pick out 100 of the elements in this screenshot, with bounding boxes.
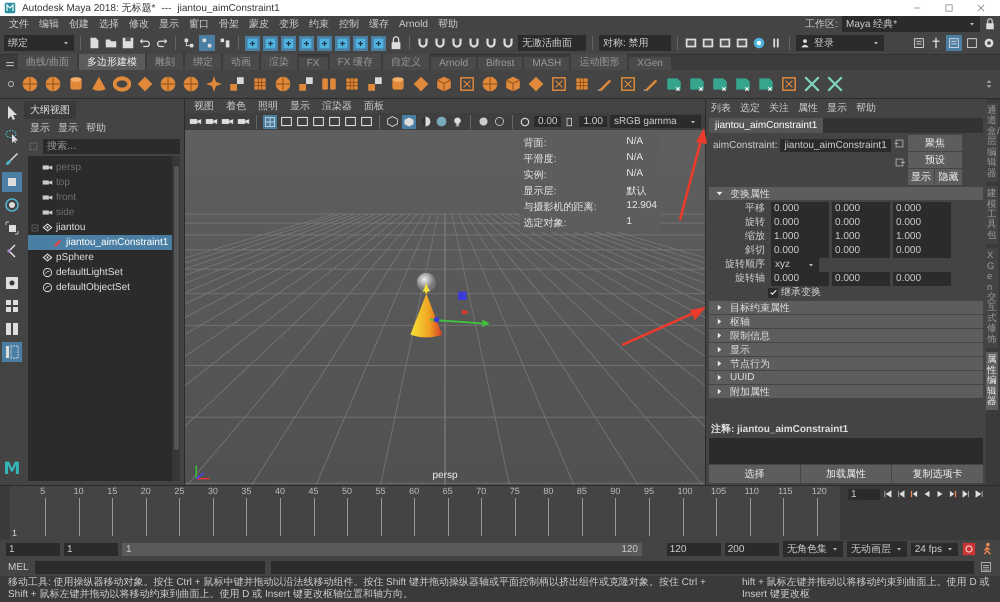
menu-item[interactable]: 着色 [221,99,251,113]
menu-item[interactable]: 照明 [253,99,283,113]
magnet-icon[interactable] [450,36,464,50]
panel-tab[interactable]: 大纲视图 [24,101,76,119]
node-name-field[interactable]: jiantou_aimConstraint1 [780,139,891,152]
expanded-triangle-icon[interactable] [715,189,724,198]
render-frame-icon[interactable] [718,36,732,50]
number-field[interactable]: 1.000 [771,230,829,244]
grid-icon[interactable] [264,116,276,128]
sphere-icon[interactable] [481,75,499,93]
timeline-ruler[interactable]: 5 10 15 20 25 30 35 40 45 50 55 60 65 70 75 80 85 90 95 100 105 110 115 120 1 [10,486,840,540]
number-field[interactable]: 0.000 [832,202,890,216]
shelf-tab[interactable]: 运动图形 [571,54,628,70]
shelf-tab[interactable]: 多边形建模 [78,54,145,70]
sphere-icon[interactable] [159,75,177,93]
section-header[interactable]: 附加属性 [709,385,983,398]
number-field[interactable]: 0.000 [893,244,951,258]
menu-item[interactable]: 约束 [304,17,334,31]
blocks-icon[interactable] [228,75,246,93]
outliner-layout-icon[interactable] [2,342,22,362]
diamond-icon[interactable] [527,75,545,93]
section-header[interactable]: 变换属性 [709,187,983,200]
save-icon[interactable] [121,36,135,50]
cube-icon[interactable] [504,75,522,93]
menu-item[interactable]: 帮助 [856,101,876,115]
menu-item[interactable]: 帮助 [432,17,463,31]
script-editor-icon[interactable] [980,561,992,573]
gamma-field[interactable]: 1.00 [579,116,607,127]
shelf-tab[interactable]: 动画 [222,54,259,70]
play-backward-icon[interactable] [922,489,932,499]
panel-button[interactable]: 加载属性 [800,465,892,483]
collapse-icon[interactable] [30,224,38,232]
menu-item[interactable]: 显示 [30,121,50,135]
end-frame-field[interactable]: 200 [724,542,779,556]
rotate-order-dropdown[interactable]: xyz [771,258,819,272]
magnet-icon[interactable] [467,36,481,50]
hierarchy-icon[interactable] [182,36,196,50]
range-slider[interactable]: 1 120 [122,542,642,556]
menu-item[interactable]: 属性 [798,101,818,115]
menu-item[interactable]: 修改 [124,17,154,31]
view-frame-icon[interactable] [344,115,357,128]
outliner-item[interactable]: jiantou_aimConstraint1 [28,235,172,250]
cross-icon[interactable] [826,75,844,93]
checkbox[interactable] [768,288,778,298]
maximize-icon[interactable] [944,3,954,13]
fps-dropdown[interactable]: 24 fps [910,542,958,556]
view-frame-icon[interactable] [296,115,309,128]
lock-icon[interactable] [984,18,996,30]
range-start-field[interactable]: 1 [64,542,118,556]
view-frame-icon[interactable] [360,115,373,128]
frame-icon[interactable] [458,75,476,93]
magnet-icon[interactable] [501,36,515,50]
live-surface-field[interactable]: 无激活曲面 [518,35,586,51]
notes-field[interactable] [709,438,983,464]
outliner-item[interactable]: defaultLightSet [28,265,172,280]
command-language-label[interactable]: MEL [8,562,29,572]
search-field[interactable]: 搜索... [43,139,180,154]
side-tab[interactable]: XGen 交互式修饰 [986,248,998,348]
sphere-icon[interactable] [21,75,39,93]
side-tab[interactable]: 通道盒/层编辑器 [986,103,998,182]
move-tool-icon[interactable] [2,172,22,192]
shelf-tab[interactable]: 雕刻 [146,54,183,70]
anim-layer-dropdown[interactable]: 无动画层 [846,541,907,557]
menu-item[interactable]: 文件 [4,17,34,31]
key-back-icon[interactable] [909,489,919,499]
command-field[interactable] [34,560,265,574]
menu-item[interactable]: 面板 [359,99,389,113]
character-set-dropdown[interactable]: 无角色集 [782,541,843,557]
menu-item[interactable]: 蒙皮 [244,17,274,31]
menu-item[interactable]: 列表 [711,101,731,115]
menu-item[interactable]: 显示 [154,17,184,31]
blocks-icon[interactable] [297,75,315,93]
color-space-dropdown[interactable]: sRGB gamma [610,115,701,128]
shelf-tab[interactable]: 渲染 [260,54,297,70]
view-frame-icon[interactable] [280,115,293,128]
section-header[interactable]: UUID [709,371,983,384]
number-field[interactable]: 0.000 [832,272,890,286]
shelf-tab[interactable]: Bifrost [478,57,522,70]
outliner-item[interactable]: defaultObjectSet [28,280,172,295]
number-field[interactable]: 0.000 [771,216,829,230]
shelf-tab[interactable]: FX [298,57,328,70]
undo-icon[interactable] [138,36,152,50]
start-frame-field[interactable]: 1 [6,542,60,556]
current-frame-field[interactable]: 1 [848,489,880,500]
frame-icon[interactable] [550,75,568,93]
section-header[interactable]: 枢轴 [709,315,983,328]
menu-item[interactable]: 显示 [827,101,847,115]
menu-item[interactable]: 显示 [285,99,315,113]
panel-button[interactable]: 选择 [709,465,800,483]
menu-item[interactable]: 选定 [740,101,760,115]
input-connection-icon[interactable] [894,138,905,149]
number-field[interactable]: 1.000 [893,230,951,244]
menu-item[interactable]: 缓存 [364,17,394,31]
menu-item[interactable]: Arnold [394,18,433,30]
workspace-dropdown[interactable]: Maya 经典* [842,16,980,32]
number-field[interactable]: 0.000 [832,216,890,230]
star-icon[interactable] [205,75,223,93]
lock-icon[interactable] [389,36,403,50]
output-connection-icon[interactable] [894,157,905,168]
step-back-icon[interactable] [896,489,906,499]
